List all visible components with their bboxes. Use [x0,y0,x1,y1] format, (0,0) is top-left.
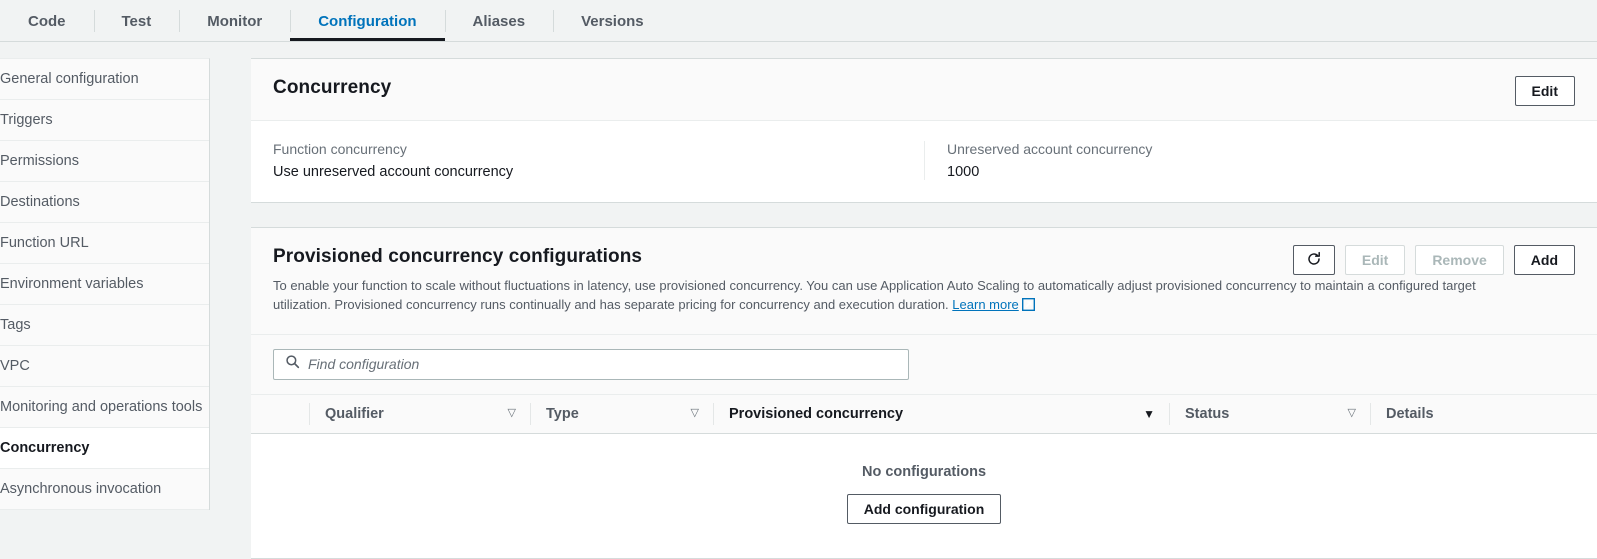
column-label: Type [546,406,579,422]
tab-versions[interactable]: Versions [553,0,672,42]
sidebar-item-triggers[interactable]: Triggers [0,100,209,141]
column-header-details[interactable]: Details [1370,394,1530,434]
provisioned-concurrency-header: Provisioned concurrency configurations T… [251,228,1597,335]
sort-caret-icon: ▽ [1348,408,1356,419]
function-tabbar: Code Test Monitor Configuration Aliases … [0,0,1597,42]
sidebar-item-environment-variables[interactable]: Environment variables [0,264,209,305]
sidebar-item-label: Environment variables [0,276,143,292]
sidebar-item-label: Permissions [0,153,79,169]
sidebar-item-label: General configuration [0,71,139,87]
table-header-row: Qualifier ▽ Type ▽ Provisioned concurren… [251,394,1597,434]
function-concurrency-label: Function concurrency [273,141,902,157]
tab-code[interactable]: Code [0,0,94,42]
description-text: To enable your function to scale without… [273,278,1476,312]
refresh-icon [1306,251,1322,270]
column-header-type[interactable]: Type ▽ [530,394,713,434]
search-box[interactable] [273,349,909,380]
configurations-table: Qualifier ▽ Type ▽ Provisioned concurren… [251,335,1597,558]
unreserved-account-concurrency-label: Unreserved account concurrency [947,141,1575,157]
sidebar-item-monitoring-and-operations-tools[interactable]: Monitoring and operations tools [0,387,209,428]
edit-concurrency-button[interactable]: Edit [1515,76,1575,106]
sidebar-item-destinations[interactable]: Destinations [0,182,209,223]
tab-test[interactable]: Test [94,0,180,42]
sidebar-item-label: Asynchronous invocation [0,481,161,497]
tab-configuration[interactable]: Configuration [290,0,444,42]
sidebar-item-tags[interactable]: Tags [0,305,209,346]
add-configuration-button[interactable]: Add [1514,245,1575,275]
tab-label: Code [28,13,66,30]
concurrency-card-actions: Edit [1515,76,1575,106]
edit-configuration-button[interactable]: Edit [1345,245,1405,275]
concurrency-values: Function concurrency Use unreserved acco… [251,121,1597,202]
tab-label: Aliases [473,13,526,30]
tab-monitor[interactable]: Monitor [179,0,290,42]
empty-state-text: No configurations [862,464,986,480]
provisioned-concurrency-description: To enable your function to scale without… [273,277,1523,317]
sidebar-item-label: Function URL [0,235,89,251]
external-link-icon [1022,298,1035,317]
sidebar-item-function-url[interactable]: Function URL [0,223,209,264]
provisioned-concurrency-card: Provisioned concurrency configurations T… [251,227,1597,559]
search-row [251,335,1597,394]
sidebar-item-label: Destinations [0,194,80,210]
sidebar-item-concurrency[interactable]: Concurrency [0,428,209,469]
concurrency-card-header: Concurrency Edit [251,59,1597,121]
sort-caret-icon: ▽ [691,408,699,419]
page-title: Concurrency [273,77,1575,99]
configuration-sidebar: General configuration Triggers Permissio… [0,58,210,510]
tabbar-divider [0,41,1597,42]
column-header-status[interactable]: Status ▽ [1169,394,1370,434]
tab-label: Monitor [207,13,262,30]
sidebar-item-label: Monitoring and operations tools [0,399,202,415]
tab-label: Test [122,13,152,30]
unreserved-account-concurrency-field: Unreserved account concurrency 1000 [924,141,1597,180]
concurrency-card: Concurrency Edit Function concurrency Us… [251,58,1597,203]
search-input[interactable] [308,350,908,379]
sidebar-item-vpc[interactable]: VPC [0,346,209,387]
unreserved-account-concurrency-value: 1000 [947,164,1575,180]
column-label: Qualifier [325,406,384,422]
sidebar-item-asynchronous-invocation[interactable]: Asynchronous invocation [0,469,209,510]
sort-caret-icon: ▽ [508,408,516,419]
sidebar-item-label: Tags [0,317,31,333]
remove-configuration-button[interactable]: Remove [1415,245,1503,275]
refresh-button[interactable] [1293,245,1335,275]
column-header-provisioned-concurrency[interactable]: Provisioned concurrency ▼ [713,394,1169,434]
sidebar-item-permissions[interactable]: Permissions [0,141,209,182]
function-concurrency-value: Use unreserved account concurrency [273,164,902,180]
provisioned-concurrency-actions: Edit Remove Add [1293,245,1575,275]
column-header-qualifier[interactable]: Qualifier ▽ [309,394,530,434]
sidebar-item-label: Concurrency [0,440,89,456]
main-content: Concurrency Edit Function concurrency Us… [251,58,1597,559]
learn-more-link[interactable]: Learn more [952,297,1018,312]
tab-aliases[interactable]: Aliases [445,0,554,42]
column-label: Status [1185,406,1229,422]
column-label: Details [1386,406,1434,422]
tab-label: Configuration [318,13,416,30]
sort-caret-active-icon: ▼ [1143,408,1155,420]
search-icon [274,354,308,374]
tab-label: Versions [581,13,644,30]
sidebar-item-label: Triggers [0,112,53,128]
add-configuration-empty-button[interactable]: Add configuration [847,494,1002,524]
empty-state: No configurations Add configuration [251,434,1597,558]
sidebar-item-label: VPC [0,358,30,374]
function-concurrency-field: Function concurrency Use unreserved acco… [251,141,924,180]
sidebar-item-general-configuration[interactable]: General configuration [0,59,209,100]
column-label: Provisioned concurrency [729,406,903,422]
